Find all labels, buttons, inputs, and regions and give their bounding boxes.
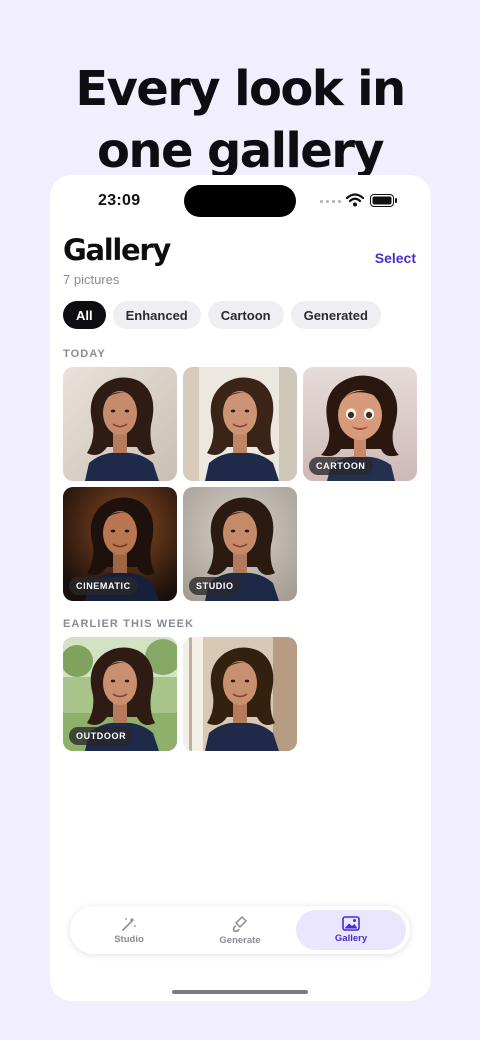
dynamic-island	[184, 185, 296, 217]
tab-label: Gallery	[334, 933, 368, 944]
portrait-photo	[63, 367, 177, 481]
signal-dots-icon	[320, 200, 341, 203]
image-icon	[342, 916, 360, 931]
status-time: 23:09	[98, 192, 141, 209]
select-button[interactable]: Select	[375, 250, 416, 266]
battery-icon	[370, 194, 397, 207]
portrait-photo	[183, 367, 297, 481]
headline: Every look in one gallery	[0, 58, 480, 182]
photo-tile[interactable]	[63, 367, 177, 481]
photo-grid-today: CARTOON CINEMATIC STUDIO	[63, 367, 417, 601]
wifi-icon	[346, 193, 364, 207]
headline-line-1: Every look in	[75, 61, 406, 117]
paintbrush-icon	[233, 915, 247, 932]
photo-tile[interactable]	[183, 367, 297, 481]
filter-chip-cartoon[interactable]: Cartoon	[207, 301, 284, 329]
tab-label: Studio	[114, 933, 144, 945]
tab-gallery[interactable]: Gallery	[296, 910, 406, 950]
photo-tag: CINEMATIC	[69, 577, 138, 595]
filter-chip-generated[interactable]: Generated	[290, 301, 381, 329]
photo-grid-earlier: OUTDOOR	[63, 637, 417, 751]
filter-chip-enhanced[interactable]: Enhanced	[112, 301, 201, 329]
magic-wand-icon	[122, 916, 136, 931]
photo-tile[interactable]: CARTOON	[303, 367, 417, 481]
picture-count: 7 pictures	[63, 272, 120, 287]
phone-screen: 23:09 Gallery 7 pictures Select All Enha…	[50, 175, 431, 1001]
photo-tile[interactable]: CINEMATIC	[63, 487, 177, 601]
photo-tile[interactable]: OUTDOOR	[63, 637, 177, 751]
section-label-today: TODAY	[63, 348, 106, 360]
tab-label: Generate	[219, 934, 261, 946]
photo-tile[interactable]: STUDIO	[183, 487, 297, 601]
photo-tile[interactable]	[183, 637, 297, 751]
page-title: Gallery	[63, 233, 171, 267]
headline-line-2: one gallery	[97, 123, 385, 179]
filter-chip-all[interactable]: All	[63, 301, 106, 329]
photo-tag: CARTOON	[309, 457, 373, 475]
section-label-earlier: EARLIER THIS WEEK	[63, 618, 195, 630]
tab-bar: Studio Generate Gallery	[70, 906, 410, 954]
filter-chips: All Enhanced Cartoon Generated	[63, 301, 381, 329]
home-indicator	[172, 990, 308, 994]
portrait-photo	[183, 637, 297, 751]
tab-generate[interactable]: Generate	[185, 910, 295, 950]
status-icons	[320, 193, 400, 208]
photo-tag: OUTDOOR	[69, 727, 134, 745]
photo-tag: STUDIO	[189, 577, 241, 595]
tab-studio[interactable]: Studio	[74, 910, 184, 950]
